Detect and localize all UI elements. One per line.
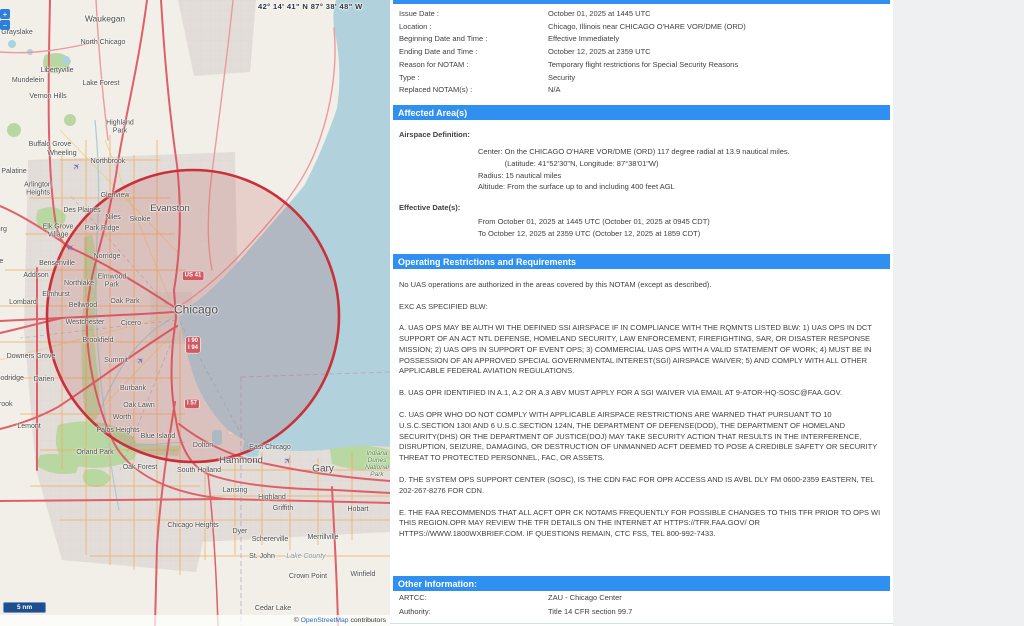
detail-value: Effective Immediately: [548, 33, 893, 46]
detail-value: October 12, 2025 at 2359 UTC: [548, 46, 893, 59]
tfr-circle: [47, 170, 339, 462]
detail-label: Location :: [399, 21, 548, 34]
map-attribution: © OpenStreetMap contributors: [0, 615, 390, 626]
zoom-out-button[interactable]: −: [0, 20, 10, 30]
restrictions-paragraph: D. THE SYSTEM OPS SUPPORT CENTER (SOSC),…: [399, 475, 884, 497]
detail-label: Issue Date :: [399, 8, 548, 21]
notam-content: Issue Date :October 01, 2025 at 1445 UTC…: [390, 0, 893, 626]
detail-value: Temporary flight restrictions for Specia…: [548, 59, 893, 72]
restrictions-paragraph: EXC AS SPECIFIED BLW:: [399, 302, 884, 313]
detail-label: Ending Date and Time :: [399, 46, 548, 59]
restrictions-paragraph: B. UAS OPR IDENTIFIED IN A.1, A.2 OR A.3…: [399, 388, 884, 399]
section-header-other-information: Other Information:: [393, 576, 890, 591]
map-scale-bar: 5 nm: [3, 602, 46, 613]
other-value: ZAU - Chicago Center: [548, 591, 893, 605]
restrictions-paragraph: E. THE FAA RECOMMENDS THAT ALL ACFT OPR …: [399, 508, 884, 540]
center-row: Center: On the CHICAGO O'HARE VOR/DME (O…: [478, 146, 893, 170]
other-label: ARTCC:: [399, 591, 548, 605]
effective-to: To October 12, 2025 at 2359 UTC (October…: [478, 228, 893, 240]
section-header-affected-areas: Affected Area(s): [393, 105, 890, 120]
map-canvas: [0, 0, 390, 626]
restrictions-paragraph: A. UAS OPS MAY BE AUTH WI THE DEFINED SS…: [399, 323, 884, 377]
other-row: Authority:Title 14 CFR section 99.7: [390, 605, 893, 619]
openstreetmap-link[interactable]: OpenStreetMap: [301, 617, 349, 624]
other-value: Title 14 CFR section 99.7: [548, 605, 893, 619]
center-label: Center:: [478, 146, 505, 170]
altitude-label: Altitude:: [478, 181, 507, 193]
effective-dates-title: Effective Date(s):: [390, 202, 893, 213]
detail-value: Security: [548, 72, 893, 85]
attribution-suffix: contributors: [349, 617, 386, 624]
airspace-definition-title: Airspace Definition:: [390, 129, 893, 140]
detail-value: October 01, 2025 at 1445 UTC: [548, 8, 893, 21]
map-coordinates: 42° 14' 41" N 87° 38' 48" W: [258, 2, 363, 11]
route-shield: US 41: [183, 271, 204, 280]
detail-value: N/A: [548, 84, 893, 97]
detail-row: Type :Security: [390, 72, 893, 85]
route-shield: I 90 I 94: [186, 337, 200, 353]
radius-label: Radius:: [478, 170, 505, 182]
section-header-operating-restrictions: Operating Restrictions and Requirements: [393, 254, 890, 269]
detail-label: Type :: [399, 72, 548, 85]
altitude-row: Altitude: From the surface up to and inc…: [478, 181, 893, 193]
map-pane[interactable]: WaukeganGrayslakeNorth ChicagoLibertyvil…: [0, 0, 390, 626]
detail-value: Chicago, Illinois near CHICAGO O'HARE VO…: [548, 21, 893, 34]
attribution-prefix: ©: [294, 617, 299, 624]
top-section-bar: [393, 0, 890, 4]
effective-from: From October 01, 2025 at 1445 UTC (Octob…: [478, 216, 893, 228]
detail-row: Location :Chicago, Illinois near CHICAGO…: [390, 21, 893, 34]
detail-row: Ending Date and Time :October 12, 2025 a…: [390, 46, 893, 59]
other-row: ARTCC:ZAU - Chicago Center: [390, 591, 893, 605]
map-zoom-control: + −: [0, 9, 11, 31]
detail-label: Replaced NOTAM(s) :: [399, 84, 548, 97]
center-value: On the CHICAGO O'HARE VOR/DME (ORD) 117 …: [505, 146, 813, 170]
detail-row: Replaced NOTAM(s) :N/A: [390, 84, 893, 97]
detail-row: Reason for NOTAM :Temporary flight restr…: [390, 59, 893, 72]
detail-row: Issue Date :October 01, 2025 at 1445 UTC: [390, 8, 893, 21]
other-label: Authority:: [399, 605, 548, 619]
route-shield: I 57: [185, 399, 199, 408]
detail-row: Beginning Date and Time :Effective Immed…: [390, 33, 893, 46]
altitude-value: From the surface up to and including 400…: [507, 181, 675, 193]
notam-panel: Issue Date :October 01, 2025 at 1445 UTC…: [390, 0, 1024, 626]
restrictions-paragraph: C. UAS OPR WHO DO NOT COMPLY WITH APPLIC…: [399, 410, 884, 464]
radius-row: Radius: 15 nautical miles: [478, 170, 893, 182]
restrictions-paragraph: No UAS operations are authorized in the …: [399, 280, 884, 291]
radius-value: 15 nautical miles: [505, 170, 561, 182]
content-end-divider: [390, 623, 893, 624]
detail-label: Reason for NOTAM :: [399, 59, 548, 72]
zoom-in-button[interactable]: +: [0, 9, 10, 19]
detail-label: Beginning Date and Time :: [399, 33, 548, 46]
